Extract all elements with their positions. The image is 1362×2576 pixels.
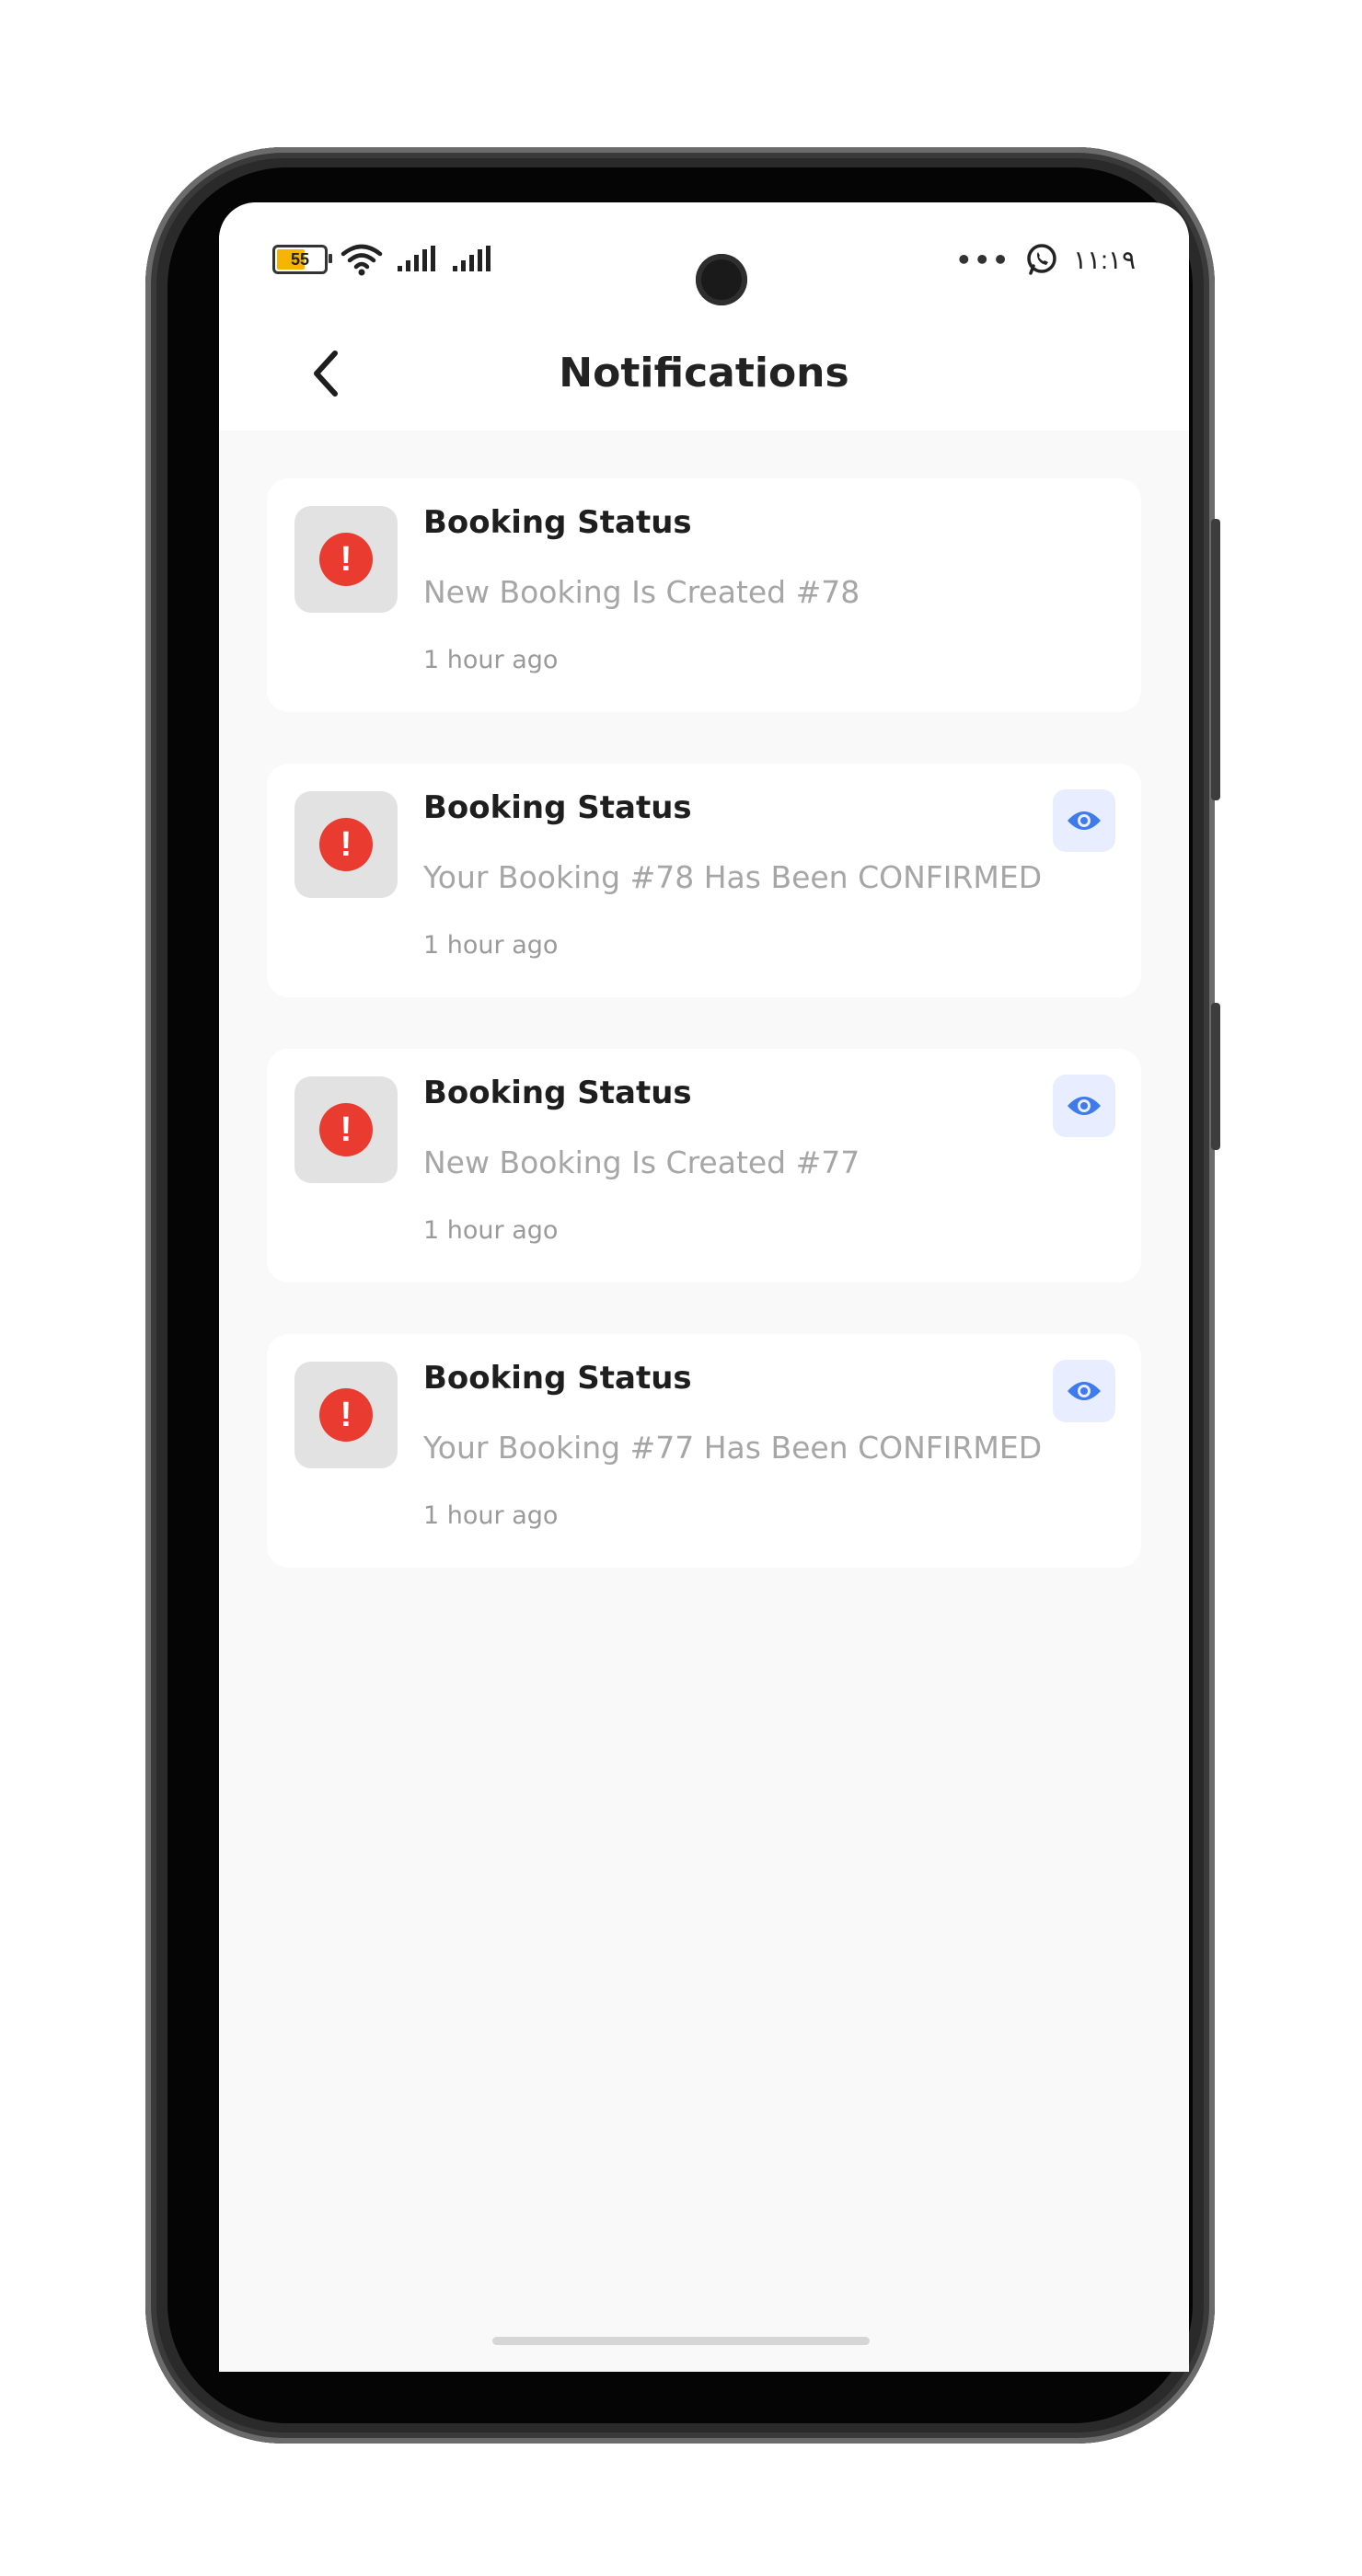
- notification-message: New Booking Is Created #77: [423, 1144, 860, 1180]
- notification-icon-box: !: [294, 506, 398, 613]
- notification-time: 1 hour ago: [423, 931, 559, 960]
- status-time: ١١:١٩: [1073, 245, 1136, 274]
- alert-icon: !: [319, 533, 373, 586]
- eye-icon: [1068, 811, 1101, 830]
- phone-frame: 55 ••• ١١:١٩ Notifications ! Booking Sta…: [145, 147, 1220, 2444]
- alert-icon: !: [319, 818, 373, 871]
- app-screen: 55 ••• ١١:١٩ Notifications ! Booking Sta…: [219, 202, 1189, 2372]
- notification-icon-box: !: [294, 1362, 398, 1468]
- battery-level: 55: [290, 249, 310, 269]
- view-button[interactable]: [1053, 1360, 1115, 1422]
- notification-title: Booking Status: [423, 789, 692, 826]
- notification-icon-box: !: [294, 791, 398, 898]
- signal-bars-icon-2: [453, 246, 491, 271]
- view-button[interactable]: [1053, 1075, 1115, 1137]
- wifi-icon: [340, 244, 383, 276]
- notification-message: Your Booking #77 Has Been CONFIRMED: [423, 1430, 1043, 1466]
- notification-message: Your Booking #78 Has Been CONFIRMED: [423, 859, 1043, 895]
- power-button: [1211, 519, 1220, 800]
- status-bar: 55 ••• ١١:١٩: [219, 202, 1189, 322]
- notification-icon-box: !: [294, 1076, 398, 1183]
- more-dots-icon: •••: [955, 244, 1011, 275]
- notification-message: New Booking Is Created #78: [423, 574, 860, 610]
- alert-icon: !: [319, 1388, 373, 1442]
- signal-bars-icon: [398, 246, 435, 271]
- view-button[interactable]: [1053, 789, 1115, 852]
- notification-card[interactable]: ! Booking Status Your Booking #77 Has Be…: [267, 1334, 1141, 1568]
- front-camera: [696, 254, 747, 305]
- notification-time: 1 hour ago: [423, 1501, 559, 1530]
- notification-title: Booking Status: [423, 1075, 692, 1111]
- notification-list: ! Booking Status New Booking Is Created …: [267, 478, 1141, 1619]
- notification-time: 1 hour ago: [423, 1216, 559, 1245]
- volume-button: [1211, 1003, 1220, 1150]
- notification-title: Booking Status: [423, 504, 692, 541]
- whatsapp-icon: [1027, 244, 1056, 275]
- notification-card[interactable]: ! Booking Status New Booking Is Created …: [267, 478, 1141, 712]
- eye-icon: [1068, 1097, 1101, 1115]
- notification-time: 1 hour ago: [423, 646, 559, 674]
- alert-icon: !: [319, 1103, 373, 1156]
- notification-card[interactable]: ! Booking Status Your Booking #78 Has Be…: [267, 764, 1141, 997]
- notification-card[interactable]: ! Booking Status New Booking Is Created …: [267, 1049, 1141, 1282]
- battery-icon: 55: [272, 245, 332, 274]
- notification-title: Booking Status: [423, 1360, 692, 1397]
- home-indicator[interactable]: [492, 2337, 870, 2345]
- phone-bezel: 55 ••• ١١:١٩ Notifications ! Booking Sta…: [167, 167, 1193, 2423]
- eye-icon: [1068, 1382, 1101, 1400]
- page-title: Notifications: [559, 350, 849, 397]
- app-header: Notifications: [219, 322, 1189, 431]
